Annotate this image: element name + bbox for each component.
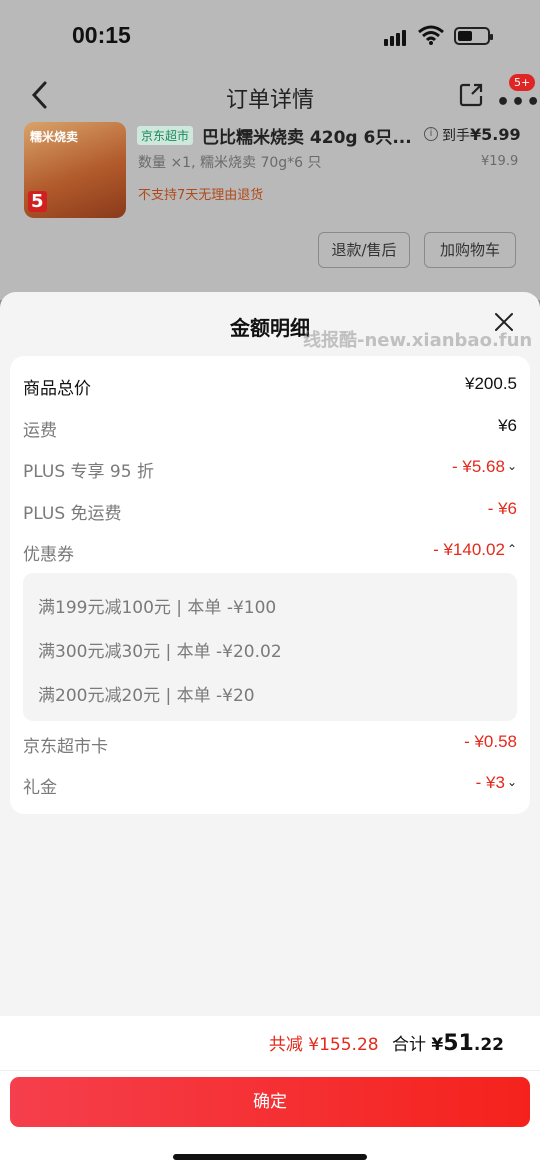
order-detail-background: 00:15 订单详情 ••• 5+ 糯米烧卖 5 京东超市 巴比糯米烧卖 420… [0,0,540,300]
row-value: ¥6 [498,416,517,435]
sum-currency: ¥ [431,1035,444,1055]
sum-label: 合计 [392,1035,426,1055]
row-value: - ¥140.02 ⌃ [433,540,517,560]
row-value-text: - ¥3 [475,773,505,792]
row-label: 运费 [23,421,57,441]
row-value-text: - ¥140.02 [433,540,505,559]
row-value: - ¥6 [487,499,517,518]
amount-card: 商品总价 ¥200.5 运费 ¥6 PLUS 专享 95 折 - ¥5.68 ⌄ … [10,356,530,814]
row-label: 商品总价 [23,379,91,399]
product-spec: 数量 ×1, 糯米烧卖 70g*6 只 [138,155,322,171]
row-supermarket-card: 京东超市卡 - ¥0.58 [23,728,517,758]
refund-button[interactable]: 退款/售后 [318,232,410,268]
message-badge: 5+ [509,74,536,91]
chevron-down-icon[interactable]: ⌄ [507,775,517,789]
close-icon[interactable] [494,312,514,332]
row-value: ¥200.5 [465,374,517,393]
info-icon[interactable]: i [424,127,438,141]
row-label: 礼金 [23,778,57,798]
row-value-text: - ¥5.68 [452,457,505,476]
coupon-line: 满199元减100元 | 本单 -¥100 [38,598,277,618]
row-coupon[interactable]: 优惠券 - ¥140.02 ⌃ [23,536,517,566]
thumb-title: 糯米烧卖 [30,130,79,144]
final-price: 到手¥5.99 [442,125,521,145]
row-plus-discount[interactable]: PLUS 专享 95 折 - ¥5.68 ⌄ [23,453,517,483]
product-item[interactable]: 糯米烧卖 5 京东超市 巴比糯米烧卖 420g 6只... i 到手¥5.99 … [0,120,540,230]
row-label: PLUS 专享 95 折 [23,462,154,482]
product-thumbnail[interactable]: 糯米烧卖 5 [24,122,126,218]
more-icon[interactable]: ••• [496,90,540,115]
product-name[interactable]: 巴比糯米烧卖 420g 6只... [202,123,412,148]
row-value: - ¥0.58 [464,732,517,751]
original-price: ¥19.9 [481,154,519,169]
row-shipping: 运费 ¥6 [23,412,517,442]
home-indicator [173,1154,367,1160]
divider [0,1070,540,1071]
confirm-button[interactable]: 确定 [10,1077,530,1127]
return-policy-note: 不支持7天无理由退货 [138,188,264,203]
sum-decimal: .22 [473,1035,504,1055]
saved-value: ¥155.28 [308,1035,379,1055]
row-goods-total: 商品总价 ¥200.5 [23,370,517,400]
thumb-tag: 5 [28,191,47,212]
add-to-cart-button[interactable]: 加购物车 [424,232,516,268]
store-tag: 京东超市 [137,126,194,145]
coupon-detail-box: 满199元减100元 | 本单 -¥100 满300元减30元 | 本单 -¥2… [23,573,517,721]
final-price-label: 到手 [442,128,470,144]
final-price-value: ¥5.99 [470,125,521,144]
row-label: 优惠券 [23,545,74,565]
coupon-line: 满200元减20元 | 本单 -¥20 [38,686,255,706]
battery-icon [454,27,493,45]
footer-bar: 共减 ¥155.28 合计 ¥51.22 确定 [0,1016,540,1170]
status-bar: 00:15 [0,0,540,70]
cellular-signal-icon [384,28,410,46]
chevron-up-icon[interactable]: ⌃ [507,542,517,556]
wifi-icon [418,25,444,45]
coupon-line: 满300元减30元 | 本单 -¥20.02 [38,642,282,662]
row-value: - ¥5.68 ⌄ [452,457,517,477]
row-plus-free-shipping: PLUS 免运费 - ¥6 [23,495,517,525]
saved-label: 共减 [268,1035,303,1055]
status-time: 00:15 [72,22,131,48]
row-gift-money[interactable]: 礼金 - ¥3 ⌄ [23,769,517,799]
row-label: 京东超市卡 [23,737,108,757]
sum-integer: 51 [443,1031,474,1056]
row-label: PLUS 免运费 [23,504,122,524]
chevron-down-icon[interactable]: ⌄ [507,459,517,473]
row-value: - ¥3 ⌄ [476,773,517,793]
total-summary: 共减 ¥155.28 合计 ¥51.22 [269,1030,504,1056]
share-icon[interactable] [458,82,484,108]
nav-bar: 订单详情 ••• 5+ [0,70,540,120]
